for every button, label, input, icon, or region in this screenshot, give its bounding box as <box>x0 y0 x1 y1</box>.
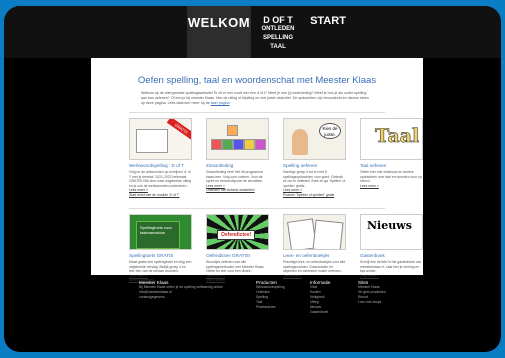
card-text: Maak gratis een spellingtoets en krijg e… <box>129 260 192 274</box>
card-secondary-link[interactable]: Start eerst met de module 'D of T' <box>129 193 192 198</box>
card-text: Volg nu de antwoorden op schrijven 'd' o… <box>129 170 191 188</box>
card-thumbnail: Nieuws <box>360 214 423 250</box>
card-oefendictee[interactable]: Oefendictee! Oefendictee GRATIS! Woordje… <box>206 214 269 283</box>
card-text: Woordjes oefenen van alle spellingsmetho… <box>206 260 265 274</box>
taal-logo-text: Taal <box>375 125 420 148</box>
cartoon-figure <box>292 129 308 155</box>
nav-start[interactable]: START <box>308 6 348 58</box>
card-thumbnail: Oefendictee! <box>206 214 269 250</box>
footer-col-informatie: Informatie Visie Kosten Veiligheid Uitle… <box>310 280 350 315</box>
card-title[interactable]: Spelling oefenen <box>283 163 346 168</box>
browser-frame: WELKOM D OF T ONTLEDEN SPELLING TAAL STA… <box>4 6 501 352</box>
nav-welkom[interactable]: WELKOM <box>187 6 251 58</box>
block <box>244 139 255 150</box>
main-content: Oefen spelling, taal en woordenschat met… <box>91 58 423 282</box>
nav-doft-line3: SPELLING <box>262 35 293 41</box>
block <box>255 139 266 150</box>
gratis-ribbon: GRATIS <box>167 119 191 141</box>
card-title[interactable]: Oefendictee GRATIS! <box>206 253 269 258</box>
divider <box>129 112 385 113</box>
intro-text: Welkom op de allergrootste spellingswebs… <box>141 91 373 106</box>
footer-link[interactable]: Low cost shops <box>358 300 408 305</box>
card-text: Prachtige lees- en oefenboekjes voor all… <box>283 260 346 274</box>
card-text: Schrijf een bericht in het gastenboek va… <box>360 260 422 274</box>
intro-paragraph: Welkom op de allergrootste spellingswebs… <box>141 91 369 105</box>
divider <box>129 208 385 209</box>
card-thumbnail: Kies de juiste. <box>283 118 346 160</box>
card-thumbnail: Taal <box>360 118 423 160</box>
card-title[interactable]: Gastenboek <box>360 253 423 258</box>
footer-link[interactable]: Gastenboek <box>310 310 350 315</box>
card-secondary-link[interactable]: Ontleden met bekend zinsdelen! <box>206 188 269 193</box>
card-title[interactable]: Werkwoordspelling : D of T <box>129 163 192 168</box>
nav-doft-line1: D OF T <box>263 15 293 25</box>
card-read-more[interactable]: Lees meer » <box>360 184 423 189</box>
card-secondary-link[interactable]: Probeer 'Spellen of spellen!' gratis <box>283 193 346 198</box>
card-thumbnail: GRATIS <box>129 118 192 160</box>
page-title: Oefen spelling, taal en woordenschat met… <box>137 75 377 86</box>
footer-link[interactable]: Pilotmodules <box>256 305 301 310</box>
worksheet-image <box>136 129 168 153</box>
top-navigation: WELKOM D OF T ONTLEDEN SPELLING TAAL STA… <box>4 6 501 58</box>
card-title[interactable]: Zinsontleding <box>206 163 269 168</box>
card-read-more[interactable]: Lees meer » <box>360 274 423 279</box>
card-text: Oefen hier met zinsbouw en andere opdrac… <box>360 170 422 184</box>
card-title[interactable]: Taal oefenen <box>360 163 423 168</box>
intro-link[interactable]: start pagina <box>211 101 230 105</box>
card-text: Handige groep 4 tot en met 8 spellingsop… <box>283 170 346 188</box>
nav-doft-line2: ONTLEDEN <box>261 26 295 32</box>
card-thumbnail <box>283 214 346 250</box>
booklet-image <box>312 219 344 249</box>
card-thumbnail: Spellingtoets voor taalmamaloos <box>129 214 192 250</box>
block <box>233 139 244 150</box>
footer-contact-link[interactable]: contactgegevens <box>139 295 229 300</box>
card-spelling-oefenen[interactable]: Kies de juiste. Spelling oefenen Handige… <box>283 118 346 198</box>
card-gastenboek[interactable]: Nieuws Gastenboek Schrijf een bericht in… <box>360 214 423 278</box>
card-leesboekjes[interactable]: Lees- en oefenboekjes Prachtige lees- en… <box>283 214 346 278</box>
card-text: Zinsontleding eert! Het dit programma kw… <box>206 170 264 184</box>
block <box>227 125 238 136</box>
card-title[interactable]: Spellingtoets GRATIS <box>129 253 192 258</box>
card-spellingtoets[interactable]: Spellingtoets voor taalmamaloos Spelling… <box>129 214 192 283</box>
card-thumbnail <box>206 118 269 160</box>
block <box>222 139 233 150</box>
speech-bubble: Kies de juiste. <box>319 123 341 139</box>
block <box>211 139 222 150</box>
footer: Meester Klaas Bij Meester Klaas oefen je… <box>139 280 386 340</box>
nav-d-of-t[interactable]: D OF T ONTLEDEN SPELLING TAAL <box>252 6 304 58</box>
oefendictee-label: Oefendictee! <box>217 230 256 240</box>
card-taal-oefenen[interactable]: Taal Taal oefenen Oefen hier met zinsbou… <box>360 118 423 188</box>
card-read-more[interactable]: Lees meer » <box>283 274 346 279</box>
nav-doft-line4: TAAL <box>270 44 286 50</box>
chalkboard: Spellingtoets voor taalmamaloos <box>136 221 180 249</box>
footer-col-meester-klaas: Meester Klaas Bij Meester Klaas oefen je… <box>139 280 229 300</box>
footer-col-sites: Sites Meester Klaas Vrt gem producten Ri… <box>358 280 408 305</box>
nieuws-heading: Nieuws <box>367 219 412 232</box>
card-werkwoordspelling[interactable]: GRATIS Werkwoordspelling : D of T Volg n… <box>129 118 192 198</box>
card-title[interactable]: Lees- en oefenboekjes <box>283 253 346 258</box>
footer-col-producten: Producten Werkwoordspelling Ontleden Spe… <box>256 280 301 310</box>
card-zinsontleding[interactable]: Zinsontleding Zinsontleding eert! Het di… <box>206 118 269 193</box>
